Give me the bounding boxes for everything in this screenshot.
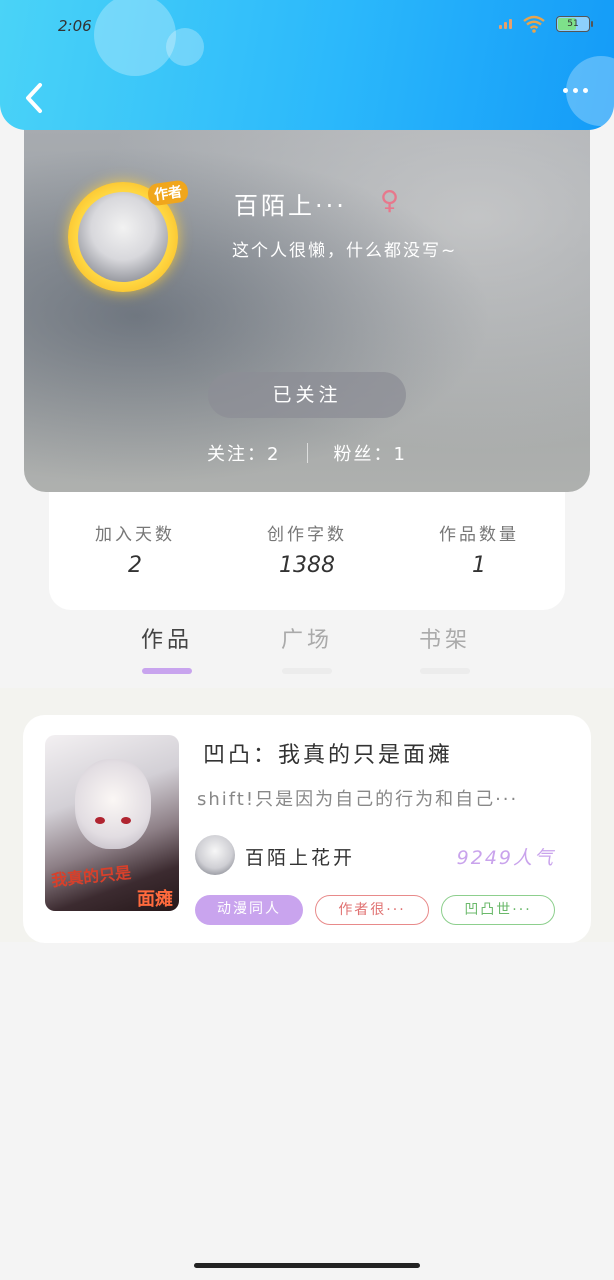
decor-bubble [94,0,176,76]
work-popularity: 9249人气 [456,847,555,869]
fans-stat[interactable]: 粉丝：1 [334,440,407,466]
stat-label: 加入天数 [95,525,175,545]
female-icon: ♀ [380,186,400,216]
fans-count: 1 [393,444,407,465]
tab-square[interactable]: 广场 [262,622,352,674]
work-card[interactable]: 我真的只是 面瘫 凹凸：我真的只是面瘫 shift!只是因为自己的行为和自己··… [23,715,591,943]
following-stat[interactable]: 关注：2 [207,440,280,466]
stat-label: 创作字数 [267,525,347,545]
profile-username: 百陌上··· [234,192,347,220]
following-label: 关注： [207,444,268,465]
following-count: 2 [267,444,281,465]
tag-category[interactable]: 动漫同人 [195,895,303,925]
stat-join-days: 加入天数 2 [65,520,205,610]
divider [306,443,308,463]
tag-author-note[interactable]: 作者很··· [315,895,429,925]
cover-character [75,759,151,849]
tab-indicator [142,668,192,674]
stat-value: 1388 [279,553,335,578]
tab-bar: 作品 广场 书架 [0,622,614,688]
stat-label: 作品数量 [439,525,519,545]
stat-value: 1 [472,553,486,578]
tag-series[interactable]: 凹凸世··· [441,895,555,925]
dot-icon [573,88,578,93]
author-badge: 作者 [146,179,190,207]
cover-subtitle-text: 面瘫 [137,889,173,910]
work-title[interactable]: 凹凸：我真的只是面瘫 [203,737,453,769]
back-button[interactable] [20,80,50,116]
dot-icon [563,88,568,93]
status-icons: 51 [499,14,593,34]
work-cover-image[interactable]: 我真的只是 面瘫 [45,735,179,911]
status-time: 2:06 [58,17,92,35]
work-description: shift!只是因为自己的行为和自己··· [197,789,519,810]
battery-icon: 51 [556,16,593,32]
more-options-button[interactable] [563,88,588,93]
tab-label: 广场 [280,628,333,653]
profile-card: 作者 百陌上··· ♀ 这个人很懒，什么都没写~ 已关注 关注：2 粉丝：1 [24,100,590,492]
battery-level: 51 [567,19,579,29]
follow-button[interactable]: 已关注 [208,372,406,418]
stat-works-count: 作品数量 1 [409,520,549,610]
tab-bookshelf[interactable]: 书架 [400,622,490,674]
tab-label: 书架 [418,628,471,653]
stat-word-count: 创作字数 1388 [237,520,377,610]
wifi-icon [523,15,545,33]
chevron-left-icon [26,83,42,113]
tab-indicator [282,668,332,674]
stat-value: 2 [128,553,142,578]
tab-works[interactable]: 作品 [122,622,212,674]
home-indicator [194,1263,420,1268]
author-avatar[interactable] [195,835,235,875]
cover-title-text: 我真的只是 [50,862,132,891]
top-header: 2:06 51 [0,0,614,130]
fans-label: 粉丝： [333,444,394,465]
work-author-name[interactable]: 百陌上花开 [245,843,355,870]
follow-stats: 关注：2 粉丝：1 [24,440,590,466]
tab-indicator [420,668,470,674]
tab-label: 作品 [140,628,193,653]
dot-icon [583,88,588,93]
signal-icon [499,19,512,29]
decor-bubble [166,28,204,66]
cover-eye [121,817,131,824]
profile-bio: 这个人很懒，什么都没写~ [232,241,458,261]
avatar-image [78,192,168,282]
cover-eye [95,817,105,824]
